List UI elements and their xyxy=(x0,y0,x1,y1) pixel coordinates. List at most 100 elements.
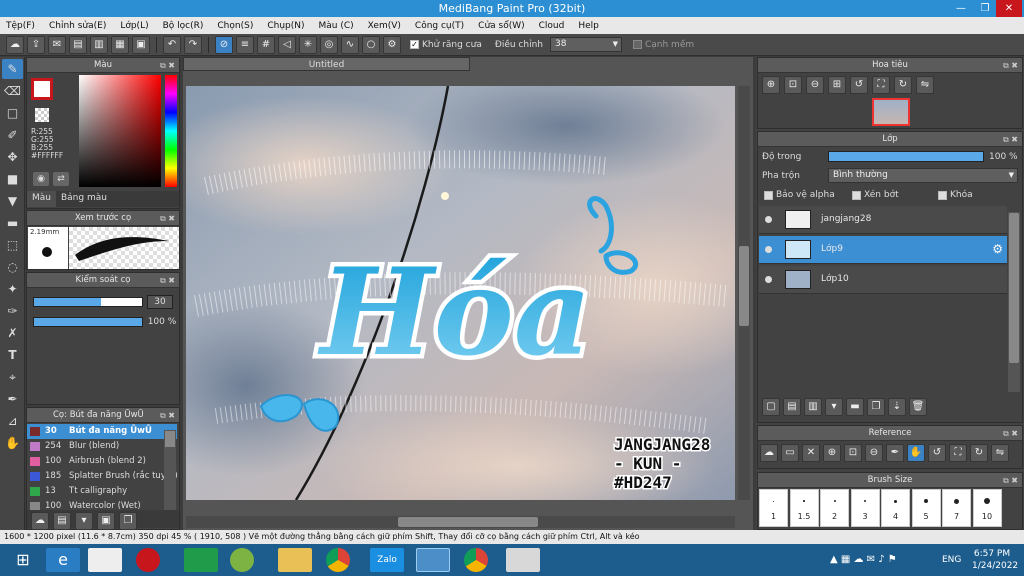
brush-size-cell[interactable]: 7 xyxy=(942,489,971,527)
select-pen-icon[interactable]: ✑ xyxy=(2,301,23,321)
chrome-profile-icon[interactable] xyxy=(464,548,488,572)
medibang-icon[interactable] xyxy=(416,548,450,572)
share-icon[interactable]: ⇪ xyxy=(27,35,45,54)
menu-cloud[interactable]: Cloud xyxy=(539,21,565,31)
flip-icon[interactable]: ⇋ xyxy=(991,444,1009,462)
select-tool-icon[interactable]: ⬚ xyxy=(2,235,23,255)
foreground-color-swatch[interactable] xyxy=(31,78,53,100)
hue-slider[interactable] xyxy=(165,75,177,187)
swap-icon[interactable]: ⇄ xyxy=(53,172,69,186)
maximize-button[interactable]: ❐ xyxy=(974,0,996,17)
shape-tool-icon[interactable]: ■ xyxy=(2,169,23,189)
menu-snap[interactable]: Chụp(N) xyxy=(267,21,304,31)
concentric-snap-icon[interactable]: ◎ xyxy=(320,35,338,54)
close-icon[interactable]: ✕ xyxy=(802,444,820,462)
menu-layer[interactable]: Lớp(L) xyxy=(120,21,148,31)
eye-icon[interactable] xyxy=(765,246,772,253)
opera-icon[interactable] xyxy=(136,548,160,572)
drawing-canvas[interactable]: Hóa JANGJANG28 - KUN - #HD247 xyxy=(186,86,735,500)
minimize-button[interactable]: — xyxy=(950,0,972,17)
brush-size-cell[interactable]: 10 xyxy=(972,489,1002,527)
soft-edge-checkbox[interactable] xyxy=(632,40,642,49)
antialias-option[interactable]: ✓ Khử răng cưa xyxy=(410,40,482,50)
windows-start-icon[interactable]: ⊞ xyxy=(6,548,40,572)
brush-opacity-slider[interactable] xyxy=(33,317,143,327)
gear-icon[interactable]: ⚙ xyxy=(992,242,1003,256)
move-tool-icon[interactable]: ✥ xyxy=(2,147,23,167)
text-tool-icon[interactable]: T xyxy=(2,345,23,365)
internet-explorer-icon[interactable]: e xyxy=(46,548,80,572)
tab-color[interactable]: Màu xyxy=(27,191,56,207)
eraser-tool-icon[interactable]: ⌫ xyxy=(2,81,23,101)
brush-list-item[interactable]: 100 Airbrush (blend 2) xyxy=(27,454,177,469)
horizontal-scroll-thumb[interactable] xyxy=(398,517,538,527)
navigator-thumbnail[interactable] xyxy=(872,98,910,126)
snap-settings-icon[interactable]: ⚙ xyxy=(383,35,401,54)
menu-filter[interactable]: Bộ lọc(R) xyxy=(163,21,204,31)
antialias-checkbox[interactable]: ✓ xyxy=(410,40,419,49)
add-brush-icon[interactable]: ☁ xyxy=(31,512,49,530)
copy-brush-icon[interactable]: ❐ xyxy=(119,512,137,530)
horizontal-scrollbar[interactable] xyxy=(186,516,735,528)
zoom-in-icon[interactable]: ⊕ xyxy=(762,76,780,94)
brush-size-cell[interactable]: 4 xyxy=(881,489,910,527)
cloud-icon[interactable]: ☁ xyxy=(760,444,778,462)
menu-edit[interactable]: Chỉnh sửa(E) xyxy=(49,21,106,31)
panel-close-icon[interactable]: ⧉ ✖ xyxy=(160,58,175,73)
brush-tool-icon[interactable]: ✎ xyxy=(2,59,23,79)
new-8bit-layer-icon[interactable]: ▥ xyxy=(804,398,822,416)
gradient-tool-icon[interactable]: ▬ xyxy=(2,213,23,233)
brush-size-cell[interactable]: 1 xyxy=(759,489,788,527)
brush-size-value[interactable]: 30 xyxy=(147,295,173,309)
tray-icons[interactable]: ▲ ▦ ☁ ✉ ♪ ⚑ xyxy=(830,554,897,565)
panel-close-icon[interactable]: ⧉ ✖ xyxy=(1003,132,1018,147)
merge-layer-icon[interactable]: ⇣ xyxy=(888,398,906,416)
eyedropper-icon[interactable]: ✒ xyxy=(886,444,904,462)
panel-close-icon[interactable]: ⧉ ✖ xyxy=(1003,58,1018,73)
grid-icon[interactable]: ▦ xyxy=(111,35,129,54)
brush-size-cell[interactable]: 3 xyxy=(850,489,880,527)
brush-size-slider[interactable] xyxy=(33,297,143,307)
menu-help[interactable]: Help xyxy=(578,21,599,31)
comment-icon[interactable]: ✉ xyxy=(48,35,66,54)
cloud-icon[interactable]: ☁ xyxy=(6,35,24,54)
actual-size-icon[interactable]: ⊞ xyxy=(828,76,846,94)
cross-snap-icon[interactable]: # xyxy=(257,35,275,54)
panel-close-icon[interactable]: ⧉ ✖ xyxy=(160,273,175,288)
pen-tool-icon[interactable]: ✐ xyxy=(2,125,23,145)
layer-scroll-thumb[interactable] xyxy=(1009,213,1019,363)
language-indicator[interactable]: ENG xyxy=(942,555,961,565)
folder-icon[interactable]: ▬ xyxy=(846,398,864,416)
layer-item[interactable]: Lớp10 xyxy=(759,266,1007,294)
vertical-scroll-thumb[interactable] xyxy=(739,246,749,326)
lock-checkbox[interactable] xyxy=(938,190,947,200)
delete-layer-icon[interactable]: 🗑 xyxy=(909,398,927,416)
zalo-icon[interactable]: Zalo xyxy=(370,548,404,572)
rotate-left-icon[interactable]: ↺ xyxy=(928,444,946,462)
soft-edge-option[interactable]: Cạnh mềm xyxy=(632,40,694,50)
layer-item[interactable]: Lớp9 ⚙ xyxy=(759,236,1007,264)
scroll-thumb[interactable] xyxy=(165,431,175,447)
transparent-swatch[interactable] xyxy=(35,108,49,122)
clipping-checkbox[interactable] xyxy=(852,190,861,200)
brush-list-item[interactable]: 30 Bút đa năng ŪwŪ xyxy=(27,424,177,439)
panel-close-icon[interactable]: ⧉ ✖ xyxy=(160,211,175,226)
menu-window[interactable]: Cửa sổ(W) xyxy=(478,21,524,31)
vanishing-snap-icon[interactable]: ◁ xyxy=(278,35,296,54)
blend-mode-combo[interactable]: Bình thường ▼ xyxy=(828,168,1018,183)
curve-snap-icon[interactable]: ∿ xyxy=(341,35,359,54)
operation-tool-icon[interactable]: ⌖ xyxy=(2,367,23,387)
layer-opacity-slider[interactable] xyxy=(828,151,984,162)
eye-icon[interactable] xyxy=(765,276,772,283)
vertical-scrollbar[interactable] xyxy=(738,86,750,500)
delete-brush-icon[interactable]: ▣ xyxy=(97,512,115,530)
rotate-right-icon[interactable]: ↻ xyxy=(894,76,912,94)
duplicate-layer-icon[interactable]: ❐ xyxy=(867,398,885,416)
lasso-tool-icon[interactable]: ◌ xyxy=(2,257,23,277)
rotate-right-icon[interactable]: ↻ xyxy=(970,444,988,462)
hand-icon[interactable]: ✋ xyxy=(907,444,925,462)
fullscreen-icon[interactable]: ⛶ xyxy=(949,444,967,462)
new-halftone-layer-icon[interactable]: ▤ xyxy=(783,398,801,416)
clock[interactable]: 6:57 PM 1/24/2022 xyxy=(972,548,1018,572)
menu-file[interactable]: Tệp(F) xyxy=(6,21,35,31)
